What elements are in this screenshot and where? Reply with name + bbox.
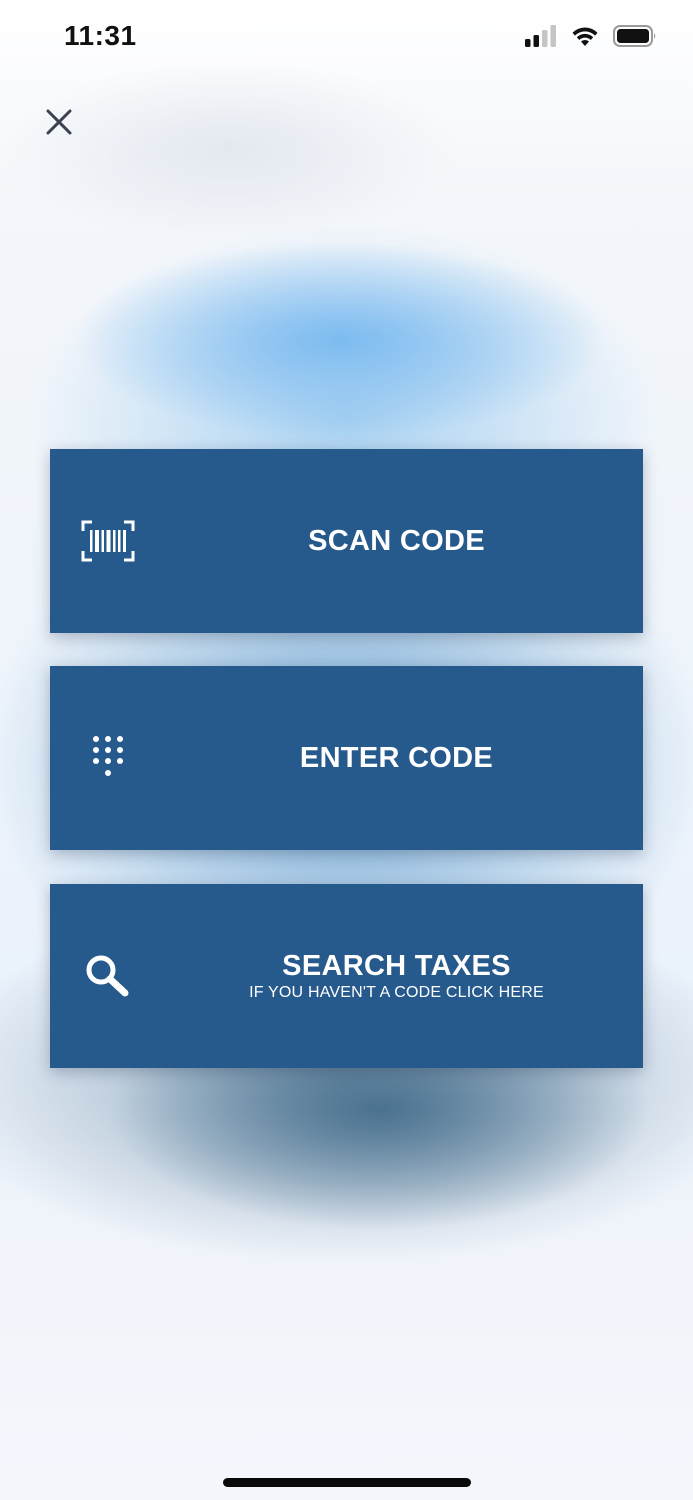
search-taxes-text: SEARCH TAXES IF YOU HAVEN'T A CODE CLICK…	[150, 884, 643, 1068]
barcode-icon	[80, 513, 136, 569]
enter-code-button[interactable]: ENTER CODE	[50, 666, 643, 850]
search-taxes-subtitle: IF YOU HAVEN'T A CODE CLICK HERE	[249, 984, 544, 1001]
battery-icon	[613, 24, 657, 52]
status-icons	[525, 24, 657, 52]
enter-code-text: ENTER CODE	[150, 666, 643, 850]
close-icon	[45, 108, 73, 141]
search-taxes-button[interactable]: SEARCH TAXES IF YOU HAVEN'T A CODE CLICK…	[50, 884, 643, 1068]
wifi-icon	[571, 25, 599, 52]
scan-code-button[interactable]: SCAN CODE	[50, 449, 643, 633]
search-taxes-label: SEARCH TAXES	[282, 950, 511, 982]
close-button[interactable]	[40, 104, 78, 144]
status-bar: 11:31	[0, 0, 693, 80]
status-time: 11:31	[64, 20, 137, 51]
dialpad-icon	[80, 730, 136, 786]
enter-code-label: ENTER CODE	[299, 742, 494, 774]
search-icon	[80, 948, 136, 1004]
signal-icon	[525, 24, 557, 52]
scan-code-text: SCAN CODE	[150, 449, 643, 633]
scan-code-label: SCAN CODE	[308, 525, 485, 557]
home-indicator[interactable]	[223, 1478, 471, 1487]
